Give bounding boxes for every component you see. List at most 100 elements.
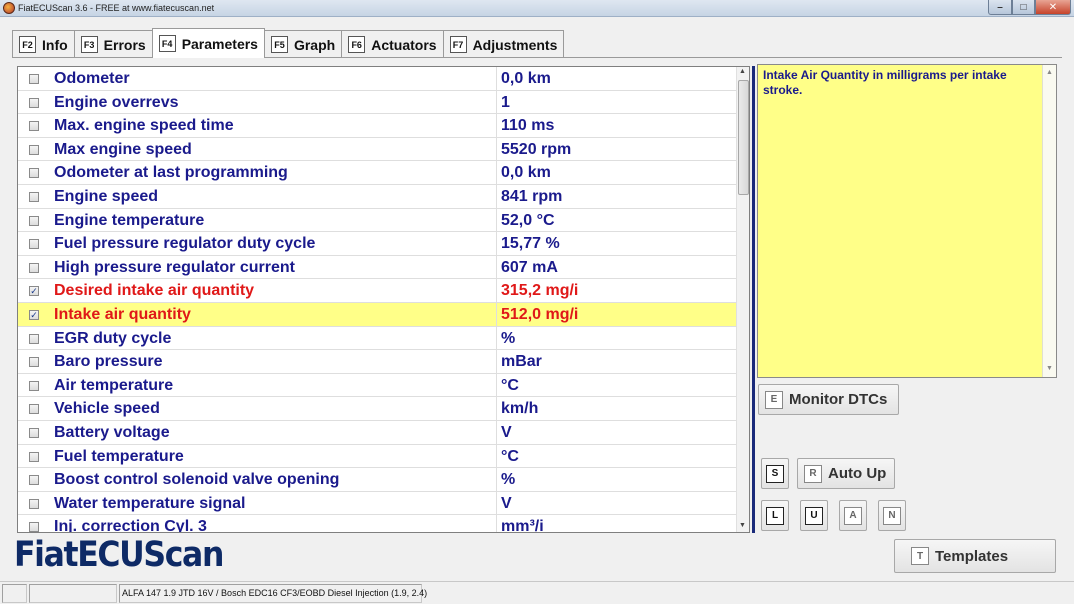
- parameter-checkbox[interactable]: [29, 215, 39, 226]
- scroll-up-icon[interactable]: ▲: [739, 68, 746, 75]
- key-hint: T: [911, 547, 929, 565]
- parameter-value: 0,0 km: [501, 164, 551, 182]
- key-hint: R: [804, 464, 822, 483]
- tab-graph[interactable]: F5 Graph: [263, 30, 343, 58]
- parameter-row[interactable]: Air temperature °C: [18, 374, 736, 398]
- parameter-checkbox[interactable]: [29, 451, 39, 462]
- parameter-row[interactable]: Baro pressure mBar: [18, 350, 736, 374]
- parameter-value: °C: [501, 376, 519, 394]
- status-cell: [29, 584, 117, 603]
- parameter-checkbox[interactable]: [29, 380, 39, 391]
- parameter-row[interactable]: Engine speed 841 rpm: [18, 185, 736, 209]
- parameter-checkbox[interactable]: [29, 404, 39, 415]
- parameter-row[interactable]: Max engine speed 5520 rpm: [18, 138, 736, 162]
- u-button[interactable]: U: [800, 500, 828, 531]
- monitor-dtcs-button[interactable]: E Monitor DTCs: [758, 384, 899, 415]
- maximize-button[interactable]: □: [1012, 0, 1035, 15]
- auto-up-button[interactable]: R Auto Up: [797, 458, 895, 489]
- parameter-checkbox[interactable]: [29, 144, 39, 155]
- parameter-row[interactable]: EGR duty cycle %: [18, 327, 736, 351]
- parameter-checkbox[interactable]: [29, 357, 39, 368]
- parameter-checkbox[interactable]: [29, 475, 39, 486]
- parameter-row[interactable]: Battery voltage V: [18, 421, 736, 445]
- a-button[interactable]: A: [839, 500, 867, 531]
- parameter-checkbox[interactable]: [29, 239, 39, 250]
- parameter-value: 841 rpm: [501, 188, 563, 205]
- parameter-name: Air temperature: [54, 376, 174, 394]
- parameter-checkbox[interactable]: ✓: [29, 310, 39, 320]
- parameter-checkbox[interactable]: [29, 522, 39, 532]
- parameter-name: Boost control solenoid valve opening: [54, 471, 340, 489]
- parameter-checkbox[interactable]: [29, 121, 39, 132]
- l-button[interactable]: L: [761, 500, 789, 531]
- minimize-button[interactable]: –: [988, 0, 1012, 15]
- scroll-down-icon[interactable]: ▼: [1046, 365, 1053, 372]
- close-button[interactable]: ✕: [1035, 0, 1071, 15]
- status-cell: [2, 584, 27, 603]
- key-hint: A: [844, 506, 862, 525]
- tab-key: F3: [80, 36, 98, 53]
- parameter-name: Max. engine speed time: [54, 117, 234, 135]
- parameter-description: Intake Air Quantity in milligrams per in…: [763, 68, 1007, 97]
- parameter-name: Engine overrevs: [54, 93, 179, 111]
- tab-info[interactable]: F2 Info: [12, 30, 75, 58]
- button-label: Auto Up: [828, 465, 887, 482]
- parameter-value: 607 mA: [501, 258, 558, 276]
- parameter-row[interactable]: Water temperature signal V: [18, 492, 736, 516]
- parameter-name: Baro pressure: [54, 353, 163, 371]
- description-scrollbar[interactable]: ▲ ▼: [1042, 65, 1056, 377]
- parameter-checkbox[interactable]: [29, 97, 39, 108]
- parameter-checkbox[interactable]: [29, 74, 39, 84]
- templates-button[interactable]: T Templates: [894, 539, 1056, 573]
- parameter-row[interactable]: ✓ Intake air quantity 512,0 mg/i: [18, 303, 736, 327]
- status-bar: ALFA 147 1.9 JTD 16V / Bosch EDC16 CF3/E…: [0, 581, 1074, 604]
- n-button[interactable]: N: [878, 500, 906, 531]
- key-hint: S: [766, 464, 784, 483]
- tab-parameters[interactable]: F4 Parameters: [151, 28, 265, 58]
- column-separator: [496, 67, 497, 532]
- app-icon: [3, 2, 15, 14]
- parameter-checkbox[interactable]: ✓: [29, 286, 39, 297]
- scrollbar-thumb[interactable]: [738, 80, 749, 195]
- scroll-up-icon[interactable]: ▲: [1046, 69, 1053, 76]
- parameter-table: Inj. correction Cyl. 3 mm³/i Water temper…: [17, 66, 750, 533]
- key-hint: E: [765, 390, 783, 409]
- parameter-row[interactable]: Engine temperature 52,0 °C: [18, 209, 736, 233]
- parameter-row[interactable]: ✓ Desired intake air quantity 315,2 mg/i: [18, 279, 736, 303]
- parameter-row[interactable]: Vehicle speed km/h: [18, 397, 736, 421]
- parameter-checkbox[interactable]: [29, 333, 39, 344]
- parameter-checkbox[interactable]: [29, 192, 39, 202]
- parameter-row[interactable]: Fuel temperature °C: [18, 445, 736, 469]
- button-label: Monitor DTCs: [789, 391, 888, 408]
- parameter-name: Inj. correction Cyl. 3: [54, 518, 207, 533]
- panel-divider[interactable]: [752, 66, 755, 533]
- parameter-row[interactable]: High pressure regulator current 607 mA: [18, 256, 736, 280]
- parameter-row[interactable]: Engine overrevs 1: [18, 91, 736, 115]
- parameter-row[interactable]: Fuel pressure regulator duty cycle 15,77 …: [18, 232, 736, 256]
- tab-label: Graph: [293, 36, 336, 53]
- parameter-row[interactable]: Boost control solenoid valve opening %: [18, 468, 736, 492]
- parameter-value: %: [501, 471, 516, 489]
- parameter-checkbox[interactable]: [29, 168, 39, 179]
- tab-adjustments[interactable]: F7 Adjustments: [442, 30, 565, 58]
- tab-bar: F2 Info F3 Errors F4 Parameters F5 Graph…: [12, 28, 565, 58]
- tab-errors[interactable]: F3 Errors: [73, 30, 153, 58]
- parameter-value: %: [501, 329, 516, 347]
- parameter-checkbox[interactable]: [29, 428, 39, 438]
- s-button[interactable]: S: [761, 458, 789, 489]
- parameter-name: Max engine speed: [54, 140, 192, 158]
- parameter-row[interactable]: Odometer 0,0 km: [18, 67, 736, 91]
- parameter-checkbox[interactable]: [29, 262, 39, 273]
- scroll-down-icon[interactable]: ▼: [739, 522, 746, 529]
- parameter-name: Engine temperature: [54, 211, 205, 229]
- parameter-value: 15,77 %: [501, 235, 560, 253]
- tab-actuators[interactable]: F6 Actuators: [341, 30, 444, 58]
- parameter-row[interactable]: Inj. correction Cyl. 3 mm³/i: [18, 515, 736, 533]
- parameter-checkbox[interactable]: [29, 498, 39, 509]
- table-scrollbar[interactable]: ▲ ▼: [736, 67, 749, 532]
- button-label: Templates: [935, 547, 1009, 565]
- parameter-row[interactable]: Odometer at last programming 0,0 km: [18, 161, 736, 185]
- parameter-name: High pressure regulator current: [54, 258, 295, 276]
- tab-key: F2: [19, 36, 36, 53]
- parameter-row[interactable]: Max. engine speed time 110 ms: [18, 114, 736, 138]
